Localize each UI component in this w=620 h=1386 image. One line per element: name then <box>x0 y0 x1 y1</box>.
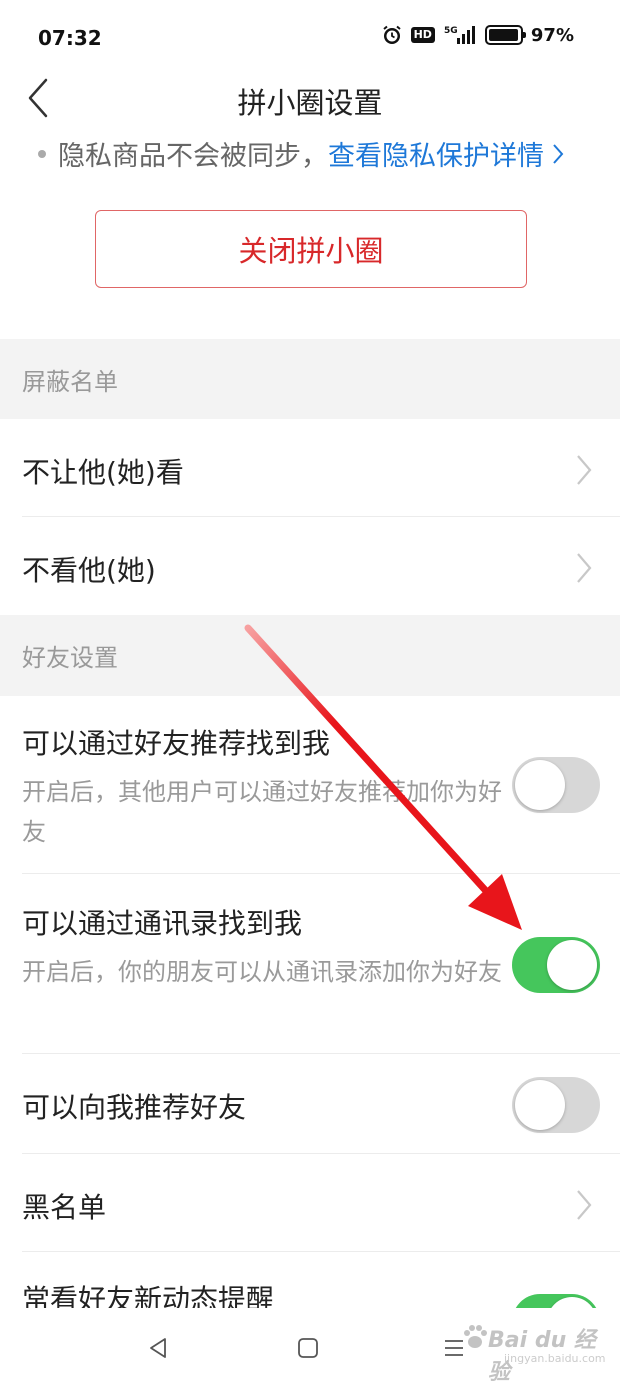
privacy-details-link-label: 查看隐私保护详情 <box>328 141 544 172</box>
status-icons: HD 5G 97% <box>381 24 574 46</box>
nav-home-button[interactable] <box>288 1328 328 1368</box>
watermark-url: jingyan.baidu.com <box>504 1352 606 1365</box>
row-hide-from[interactable]: 不让他(她)看 <box>0 419 620 517</box>
battery-icon <box>484 25 526 45</box>
toggle-find-by-contacts[interactable] <box>512 937 600 993</box>
header: 拼小圈设置 <box>0 68 620 128</box>
privacy-note: 隐私商品不会被同步， 查看隐私保护详情 <box>38 134 564 173</box>
signal-5g-icon: 5G <box>443 24 477 46</box>
toggle-knob <box>547 1297 597 1308</box>
row-find-by-friend-recommend-label: 可以通过好友推荐找到我 <box>22 727 331 760</box>
row-friend-update-reminder: 常看好友新动态提醒 <box>0 1252 620 1308</box>
row-recommend-friends-label: 可以向我推荐好友 <box>22 1091 247 1124</box>
chevron-right-icon <box>553 143 564 164</box>
status-bar: 07:32 HD 5G 97% <box>0 0 620 76</box>
section-header-friend-settings: 好友设置 <box>0 615 620 696</box>
toggle-knob <box>547 940 597 990</box>
paw-logo-icon <box>464 1325 487 1348</box>
row-recommend-friends: 可以向我推荐好友 <box>0 1054 620 1154</box>
toggle-knob <box>515 760 565 810</box>
bullet-icon <box>38 149 46 158</box>
privacy-note-text: 隐私商品不会被同步， <box>58 141 328 172</box>
toggle-knob <box>515 1080 565 1130</box>
chevron-right-icon <box>577 455 592 485</box>
hd-icon: HD <box>410 27 435 43</box>
row-find-by-friend-recommend: 可以通过好友推荐找到我 开启后，其他用户可以通过好友推荐加你为好友 <box>0 696 620 874</box>
row-blacklist-label: 黑名单 <box>22 1191 107 1224</box>
status-time: 07:32 <box>38 26 102 50</box>
page-title: 拼小圈设置 <box>237 86 383 120</box>
square-home-icon <box>298 1338 318 1358</box>
toggle-find-by-friend-recommend[interactable] <box>512 757 600 813</box>
section-header-block-list: 屏蔽名单 <box>0 339 620 419</box>
row-friend-update-reminder-label: 常看好友新动态提醒 <box>22 1283 275 1308</box>
close-pinxiaoquan-button[interactable]: 关闭拼小圈 <box>95 210 527 288</box>
row-blacklist[interactable]: 黑名单 <box>0 1154 620 1252</box>
toggle-recommend-friends[interactable] <box>512 1077 600 1133</box>
svg-text:5G: 5G <box>444 26 458 36</box>
row-find-by-contacts: 可以通过通讯录找到我 开启后，你的朋友可以从通讯录添加你为好友 <box>0 874 620 1054</box>
triangle-back-icon <box>150 1338 166 1358</box>
nav-back-button[interactable] <box>138 1328 178 1368</box>
toggle-friend-update-reminder[interactable] <box>512 1294 600 1308</box>
privacy-details-link[interactable]: 查看隐私保护详情 <box>328 134 564 173</box>
chevron-right-icon <box>577 553 592 583</box>
row-dont-see-label: 不看他(她) <box>22 554 156 587</box>
chevron-right-icon <box>577 1190 592 1220</box>
baidu-watermark: Bai du 经验 jingyan.baidu.com <box>460 1318 610 1385</box>
battery-percent: 97% <box>530 24 574 46</box>
row-find-by-contacts-label: 可以通过通讯录找到我 <box>22 907 303 940</box>
row-dont-see[interactable]: 不看他(她) <box>0 517 620 615</box>
alarm-icon <box>381 24 403 46</box>
row-find-by-contacts-desc: 开启后，你的朋友可以从通讯录添加你为好友 <box>22 958 502 986</box>
row-hide-from-label: 不让他(她)看 <box>22 456 184 489</box>
row-find-by-friend-recommend-desc: 开启后，其他用户可以通过好友推荐加你为好友 <box>22 778 502 846</box>
